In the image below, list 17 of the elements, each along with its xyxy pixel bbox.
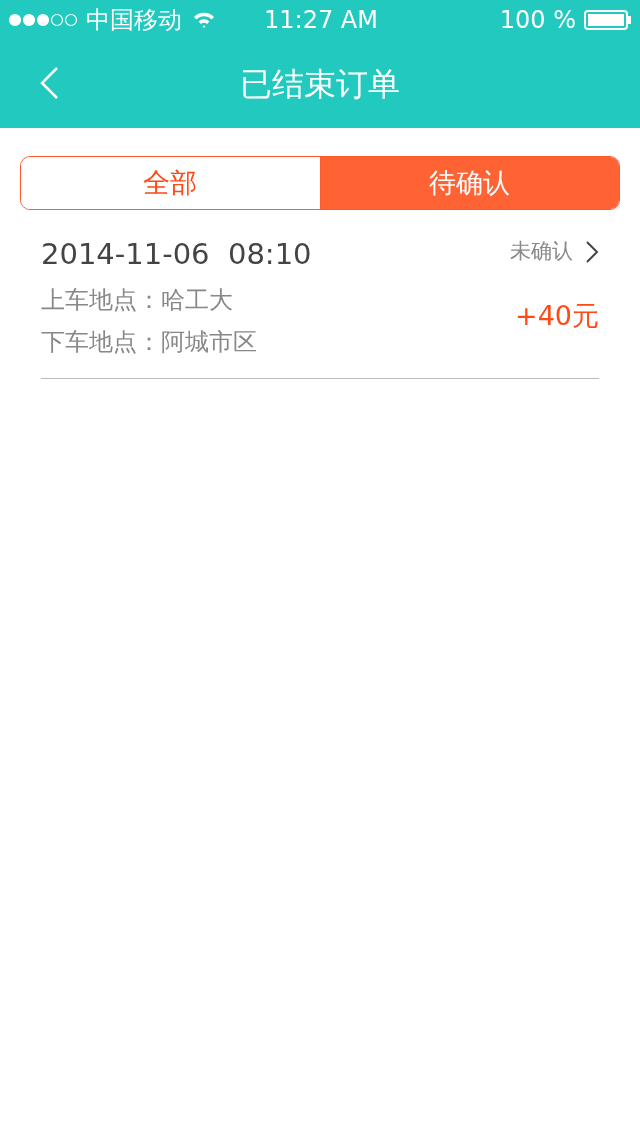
pickup-location: 哈工大 [161, 285, 233, 316]
status-time: 11:27 AM [264, 5, 378, 36]
order-amount: +40元 [515, 298, 599, 333]
chevron-right-icon [585, 239, 599, 264]
battery-percent: 100 % [499, 5, 576, 36]
order-status: 未确认 [510, 238, 573, 265]
page-title: 已结束订单 [240, 64, 400, 105]
dropoff-location: 阿城市区 [161, 327, 257, 358]
order-datetime: 2014-11-06 08:10 [41, 236, 312, 273]
dropoff-label: 下车地点： [41, 327, 161, 358]
back-button[interactable] [38, 66, 60, 100]
wifi-icon [192, 11, 216, 29]
segment-tab[interactable]: 待确认 [319, 157, 619, 209]
signal-icon [8, 13, 78, 27]
battery-icon [584, 10, 632, 30]
carrier-label: 中国移动 [86, 5, 182, 36]
pickup-label: 上车地点： [41, 285, 161, 316]
